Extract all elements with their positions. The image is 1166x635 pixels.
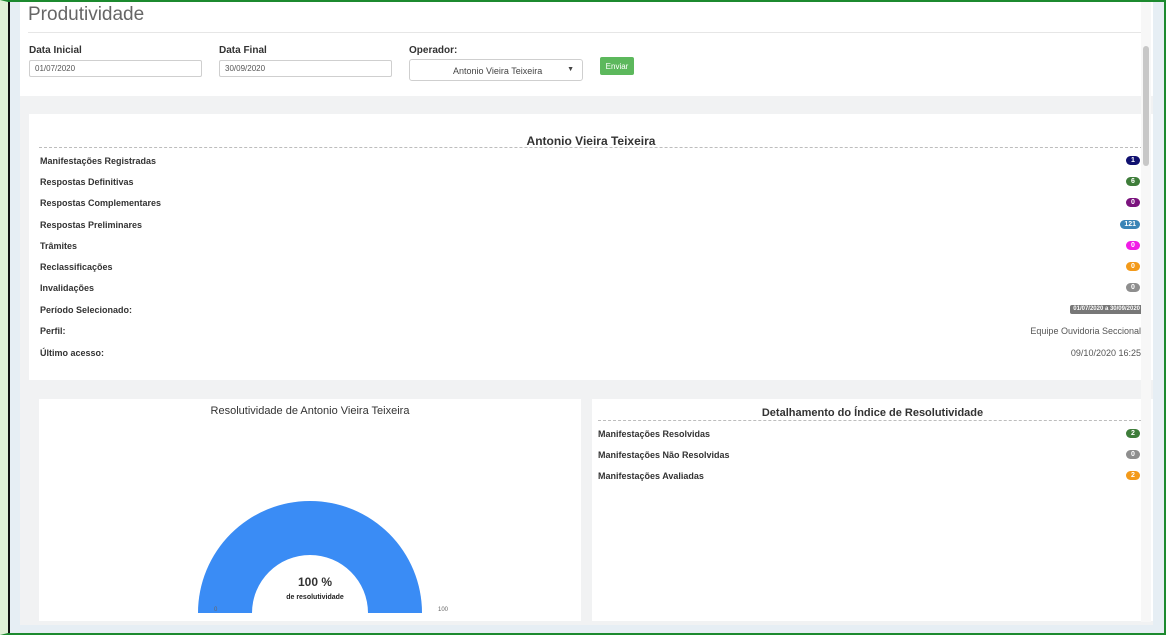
gauge-subtitle: de resolutividade	[286, 594, 344, 601]
detail-badge: 0	[1126, 450, 1140, 459]
ultimo-acesso-value: 09/10/2020 16:25	[1070, 348, 1141, 358]
stat-label: Respostas Preliminares	[40, 220, 143, 230]
data-final-label: Data Final	[219, 45, 267, 56]
chevron-down-icon: ▼	[567, 66, 574, 73]
scrollbar-thumb[interactable]	[1143, 46, 1149, 166]
stat-label: Invalidações	[40, 283, 95, 293]
detail-row-nao-resolvidas: Manifestações Não Resolvidas 0	[598, 450, 1143, 464]
stat-badge: 1	[1126, 156, 1140, 165]
page-title: Produtividade	[28, 4, 145, 25]
filter-header: Produtividade Data Inicial 01/07/2020 Da…	[20, 0, 1153, 96]
periodo-label: Período Selecionado:	[40, 305, 133, 315]
stat-label: Respostas Definitivas	[40, 177, 134, 187]
stat-label: Respostas Complementares	[40, 198, 162, 208]
perfil-value: Equipe Ouvidoria Seccional	[1030, 326, 1141, 336]
periodo-badge: 01/07/2020 a 30/09/2020	[1070, 305, 1143, 314]
data-inicial-label: Data Inicial	[29, 45, 82, 56]
window-edge	[8, 0, 10, 635]
operator-name: Antonio Vieira Teixeira	[526, 134, 656, 148]
gauge-max-label: 100	[438, 607, 449, 613]
detail-badge: 2	[1126, 429, 1140, 438]
gauge-value-text: 100 %	[297, 575, 333, 589]
page-content: Produtividade Data Inicial 01/07/2020 Da…	[20, 0, 1153, 625]
stat-label: Reclassificações	[40, 262, 113, 272]
detalhamento-panel: Detalhamento do Índice de Resolutividade…	[592, 399, 1153, 621]
gauge-min-label: 0	[214, 607, 218, 613]
stats-panel: Antonio Vieira Teixeira Manifestações Re…	[29, 114, 1153, 380]
detail-label: Manifestações Não Resolvidas	[598, 450, 730, 460]
operador-selected-value: Antonio Vieira Teixeira	[453, 66, 543, 76]
stat-badge: 121	[1120, 220, 1140, 229]
detail-divider	[598, 420, 1147, 421]
detail-row-avaliadas: Manifestações Avaliadas 2	[598, 471, 1143, 485]
stat-badge: 0	[1126, 198, 1140, 207]
resolutividade-gauge-panel: Resolutividade de Antonio Vieira Teixeir…	[39, 399, 581, 621]
data-final-input[interactable]: 30/09/2020	[219, 60, 392, 77]
stat-badge: 0	[1126, 241, 1140, 250]
enviar-button[interactable]: Enviar	[600, 57, 634, 75]
stat-row-ultimo-acesso: Último acesso: 09/10/2020 16:25	[40, 348, 1143, 362]
stat-label: Trâmites	[40, 241, 78, 251]
scrollbar[interactable]	[1141, 2, 1151, 622]
detail-label: Manifestações Avaliadas	[598, 471, 704, 481]
stat-row-perfil: Perfil: Equipe Ouvidoria Seccional	[40, 326, 1143, 340]
stat-badge: 6	[1126, 177, 1140, 186]
detail-badge: 2	[1126, 471, 1140, 480]
stat-row-preliminares: Respostas Preliminares 121	[40, 220, 1143, 234]
data-inicial-input[interactable]: 01/07/2020	[29, 60, 202, 77]
detail-label: Manifestações Resolvidas	[598, 429, 711, 439]
detail-row-resolvidas: Manifestações Resolvidas 2	[598, 429, 1143, 443]
stat-row-reclassificacoes: Reclassificações 0	[40, 262, 1143, 276]
operador-label: Operador:	[409, 45, 458, 56]
stat-badge: 0	[1126, 283, 1140, 292]
detail-title: Detalhamento do Índice de Resolutividade	[761, 407, 984, 419]
stat-row-registradas: Manifestações Registradas 1	[40, 156, 1143, 170]
stat-row-tramites: Trâmites 0	[40, 241, 1143, 255]
title-divider	[28, 32, 1149, 33]
stats-divider	[39, 147, 1143, 148]
perfil-label: Perfil:	[40, 326, 66, 336]
ultimo-acesso-label: Último acesso:	[40, 348, 105, 358]
operador-select[interactable]: Antonio Vieira Teixeira ▼	[409, 59, 583, 81]
stat-row-invalidacoes: Invalidações 0	[40, 283, 1143, 297]
stat-badge: 0	[1126, 262, 1140, 271]
stat-row-definitivas: Respostas Definitivas 6	[40, 177, 1143, 191]
stat-row-periodo: Período Selecionado: 01/07/2020 a 30/09/…	[40, 305, 1143, 319]
stat-label: Manifestações Registradas	[40, 156, 157, 166]
stat-row-complementares: Respostas Complementares 0	[40, 198, 1143, 212]
